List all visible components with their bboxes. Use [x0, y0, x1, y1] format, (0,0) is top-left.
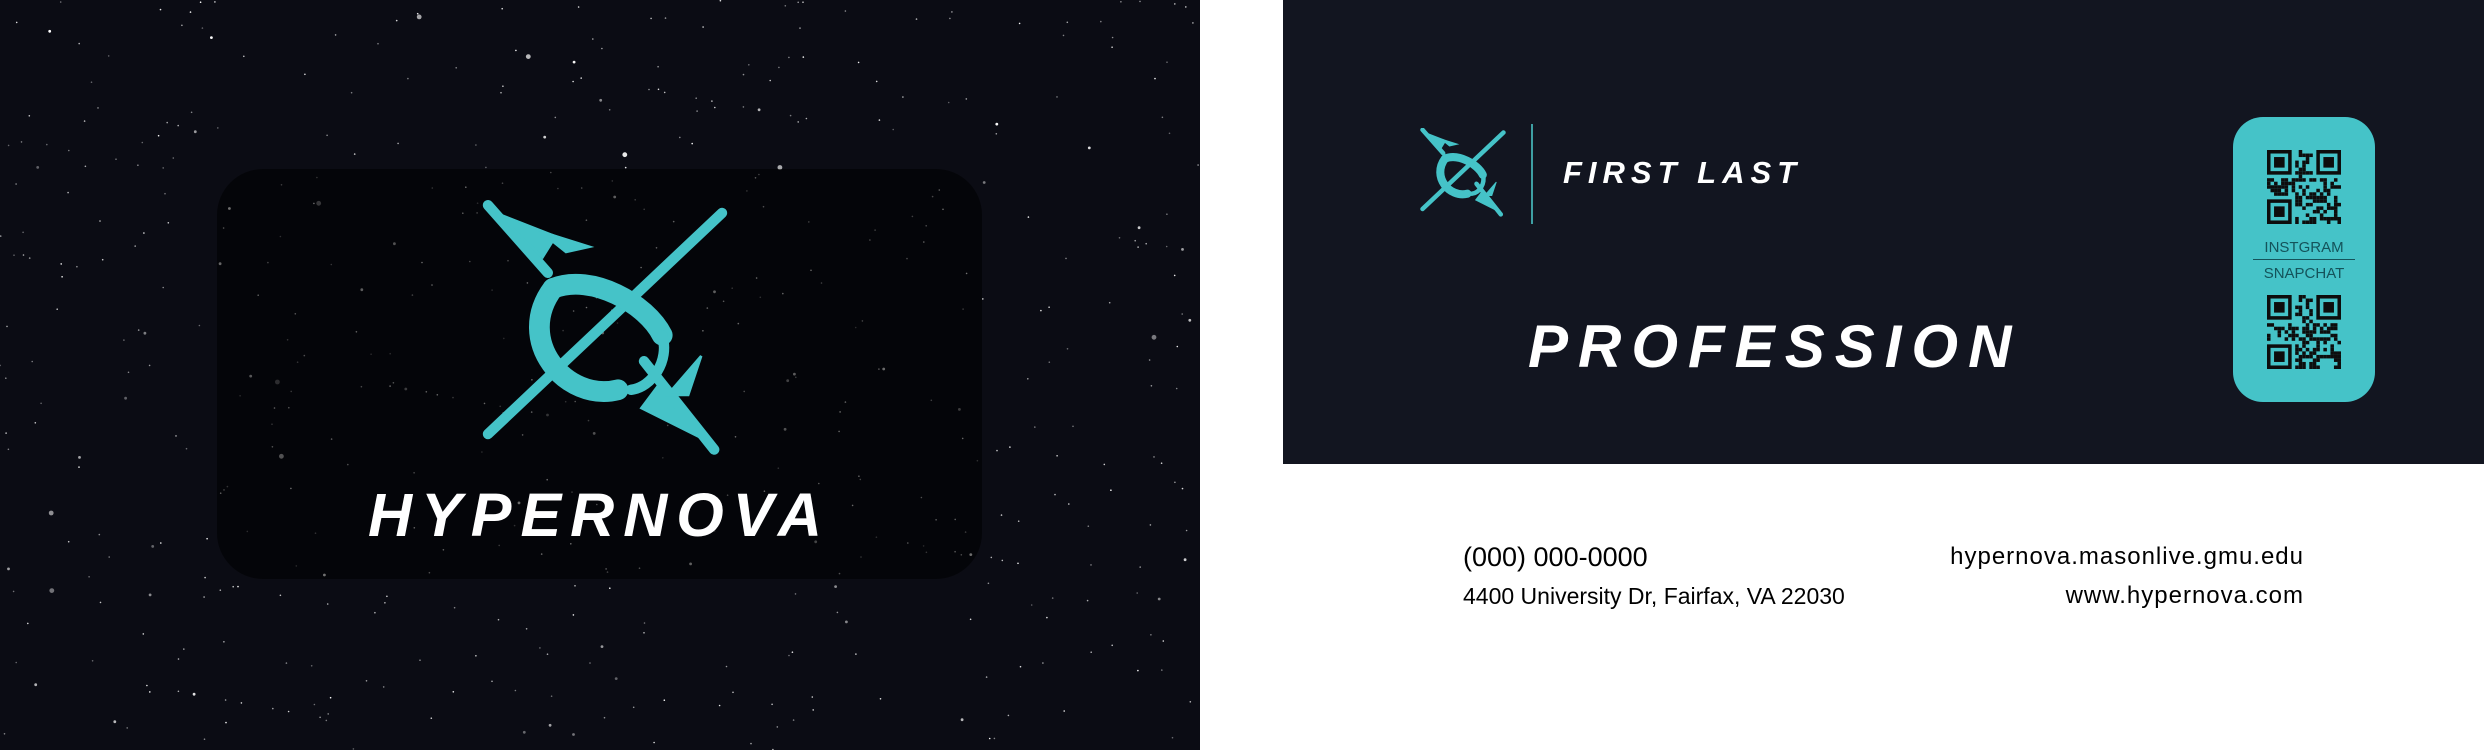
street-address: 4400 University Dr, Fairfax, VA 22030: [1463, 583, 1845, 609]
website-link-primary[interactable]: hypernova.masonlive.gmu.edu: [1800, 542, 2304, 572]
hypernova-logo-icon: [1420, 128, 1506, 217]
snapchat-label: SNAPCHAT: [2263, 265, 2345, 282]
header-divider: [1531, 124, 1533, 224]
instagram-label: INSTGRAM: [2264, 239, 2344, 256]
qr-divider: [2253, 259, 2355, 260]
person-name: FIRST LAST: [1563, 155, 1803, 190]
website-link-secondary[interactable]: www.hypernova.com: [1800, 581, 2304, 611]
phone-number: (000) 000-0000: [1463, 542, 1648, 572]
business-card-back-header: FIRST LAST PROFESSION INSTGRAM SNAPCHAT: [1283, 0, 2484, 464]
hypernova-logo-icon: [482, 200, 728, 455]
instagram-qr-code-icon[interactable]: [2267, 150, 2341, 224]
business-card-front: HYPERNOVA: [0, 0, 1200, 750]
snapchat-qr-code-icon[interactable]: [2267, 295, 2341, 369]
social-qr-card: INSTGRAM SNAPCHAT: [2233, 117, 2375, 402]
brand-name: HYPERNOVA: [368, 481, 831, 549]
profession-title: PROFESSION: [1528, 313, 2022, 380]
